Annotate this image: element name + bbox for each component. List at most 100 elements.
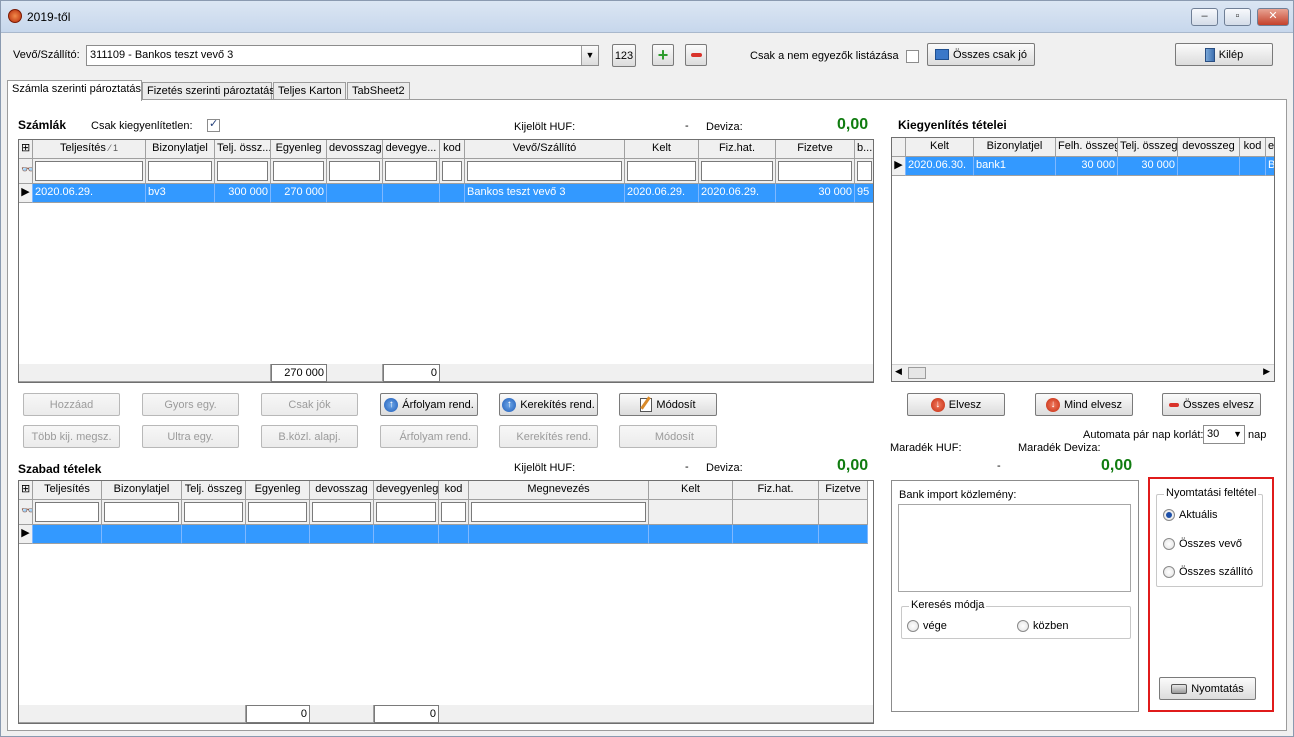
only-unsettled-checkbox[interactable] <box>207 117 220 132</box>
col-b[interactable]: b... <box>855 140 873 159</box>
grid-settings-icon[interactable]: ⊞ <box>19 140 33 159</box>
scroll-left-icon[interactable]: ◀ <box>895 366 902 377</box>
col-felh-osszeg[interactable]: Felh. összeg <box>1056 138 1118 157</box>
filter-devosszag[interactable] <box>312 502 371 522</box>
close-icon[interactable]: ✕ <box>1257 8 1289 26</box>
col-egyenleg[interactable]: Egyenleg <box>271 140 327 159</box>
filter-egyenleg[interactable] <box>248 502 307 522</box>
col-vevo-szallito[interactable]: Vevő/Szállító <box>465 140 625 159</box>
scroll-right-icon[interactable]: ▶ <box>1263 366 1270 377</box>
scroll-thumb[interactable] <box>908 367 926 379</box>
rate-rend-button-2[interactable]: Árfolyam rend. <box>380 425 478 448</box>
remove-icon[interactable] <box>685 44 707 66</box>
rounding-rend-button-2[interactable]: Kerekítés rend. <box>499 425 598 448</box>
filter-telj-ossz[interactable] <box>217 161 268 181</box>
filter-devegye[interactable] <box>385 161 437 181</box>
print-button[interactable]: Nyomtatás <box>1159 677 1256 700</box>
grid-settings-icon[interactable]: ⊞ <box>19 481 33 500</box>
filter-fizetve[interactable] <box>778 161 852 181</box>
col-kod[interactable]: kod <box>1240 138 1266 157</box>
maximize-icon[interactable]: ▫ <box>1224 8 1251 26</box>
code-button[interactable]: 123 <box>612 44 636 67</box>
search-middle-radio[interactable] <box>1017 620 1029 632</box>
table-row[interactable]: ▶ <box>19 525 868 544</box>
filter-teljesites[interactable] <box>35 161 143 181</box>
tab-tabsheet2[interactable]: TabSheet2 <box>347 82 410 100</box>
chevron-down-icon[interactable]: ▼ <box>1233 426 1242 443</box>
filter-kod[interactable] <box>442 161 462 181</box>
remove-total-button[interactable]: Összes elvesz <box>1162 393 1261 416</box>
filter-devosszag[interactable] <box>329 161 380 181</box>
only-mismatch-checkbox[interactable] <box>906 50 919 63</box>
table-row[interactable]: ▶ 2020.06.29. bv3 300 000 270 000 Bankos… <box>19 184 873 203</box>
rate-rend-button[interactable]: ↑ Árfolyam rend. <box>380 393 478 416</box>
search-end-radio[interactable] <box>907 620 919 632</box>
col-telj-ossz[interactable]: Telj. össz... <box>215 140 271 159</box>
col-telj-osszeg[interactable]: Telj. összeg <box>182 481 246 500</box>
col-fizetve[interactable]: Fizetve <box>776 140 855 159</box>
print-current-radio[interactable] <box>1163 509 1175 521</box>
col-teljesites[interactable]: Teljesítés <box>33 481 102 500</box>
col-fizhat[interactable]: Fiz.hat. <box>699 140 776 159</box>
rounding-rend-button[interactable]: ↑ Kerekítés rend. <box>499 393 598 416</box>
bank-import-textarea[interactable] <box>898 504 1131 592</box>
col-kelt[interactable]: Kelt <box>625 140 699 159</box>
add-button[interactable]: Hozzáad <box>23 393 120 416</box>
horizontal-scrollbar[interactable]: ◀ ▶ <box>892 364 1274 381</box>
col-fizetve[interactable]: Fizetve <box>819 481 868 500</box>
filter-bizonylatjel[interactable] <box>148 161 212 181</box>
filter-telj-osszeg[interactable] <box>184 502 243 522</box>
col-kelt[interactable]: Kelt <box>906 138 974 157</box>
print-all-suppliers-radio[interactable] <box>1163 566 1175 578</box>
col-devegyenleg[interactable]: devegyenleg <box>374 481 439 500</box>
col-devosszeg[interactable]: devosszeg <box>1178 138 1240 157</box>
col-devosszag[interactable]: devosszag <box>327 140 383 159</box>
filter-devegyenleg[interactable] <box>376 502 436 522</box>
modify-button[interactable]: Módosít <box>619 393 717 416</box>
remove-all-button[interactable]: ↓ Mind elvesz <box>1035 393 1133 416</box>
minimize-icon[interactable]: – <box>1191 8 1218 26</box>
filter-megnevezes[interactable] <box>471 502 646 522</box>
invoices-currency-value: 0,00 <box>837 116 869 133</box>
col-egyenleg[interactable]: Egyenleg <box>246 481 310 500</box>
tab-payment-pairing[interactable]: Fizetés szerinti pároztatás <box>142 82 275 100</box>
col-devosszag[interactable]: devosszag <box>310 481 374 500</box>
filter-bizonylatjel[interactable] <box>104 502 179 522</box>
bank-note-based-button[interactable]: B.közl. alapj. <box>261 425 358 448</box>
col-bizonylatjel[interactable]: Bizonylatjel <box>146 140 215 159</box>
col-bizonylatjel[interactable]: Bizonylatjel <box>974 138 1056 157</box>
col-e[interactable]: e... <box>1266 138 1274 157</box>
all-ok-button[interactable]: Összes csak jó <box>927 43 1035 66</box>
filter-egyenleg[interactable] <box>273 161 324 181</box>
col-kod[interactable]: kod <box>440 140 465 159</box>
table-row[interactable]: ▶ 2020.06.30. bank1 30 000 30 000 B <box>892 157 1274 176</box>
tab-invoice-pairing[interactable]: Számla szerinti pároztatás <box>7 80 142 101</box>
filter-teljesites[interactable] <box>35 502 99 522</box>
col-kod[interactable]: kod <box>439 481 469 500</box>
remove-button[interactable]: ↓ Elvesz <box>907 393 1005 416</box>
print-all-customers-radio[interactable] <box>1163 538 1175 550</box>
col-telj-osszeg[interactable]: Telj. összeg <box>1118 138 1178 157</box>
quick-settle-button[interactable]: Gyors egy. <box>142 393 239 416</box>
only-good-button[interactable]: Csak jók <box>261 393 358 416</box>
modify-button-2[interactable]: Módosít <box>619 425 717 448</box>
add-icon[interactable]: + <box>652 44 674 66</box>
col-fizhat[interactable]: Fiz.hat. <box>733 481 819 500</box>
auto-pair-select[interactable]: 30 ▼ <box>1203 425 1245 444</box>
col-teljesites[interactable]: Teljesítés ⁄ 1 <box>33 140 146 159</box>
partner-select[interactable]: 311109 - Bankos teszt vevő 3 ▼ <box>86 45 599 66</box>
filter-kelt[interactable] <box>627 161 696 181</box>
col-bizonylatjel[interactable]: Bizonylatjel <box>102 481 182 500</box>
ultra-settle-button[interactable]: Ultra egy. <box>142 425 239 448</box>
filter-fizhat[interactable] <box>701 161 773 181</box>
col-megnevezes[interactable]: Megnevezés <box>469 481 649 500</box>
tab-full-ledger[interactable]: Teljes Karton <box>273 82 346 100</box>
filter-b[interactable] <box>857 161 872 181</box>
exit-button[interactable]: Kilép <box>1175 43 1273 66</box>
multi-selection-button[interactable]: Több kij. megsz. <box>23 425 120 448</box>
filter-kod[interactable] <box>441 502 466 522</box>
chevron-down-icon[interactable]: ▼ <box>581 46 598 65</box>
col-kelt[interactable]: Kelt <box>649 481 733 500</box>
col-devegye[interactable]: devegye... <box>383 140 440 159</box>
filter-vevo[interactable] <box>467 161 622 181</box>
